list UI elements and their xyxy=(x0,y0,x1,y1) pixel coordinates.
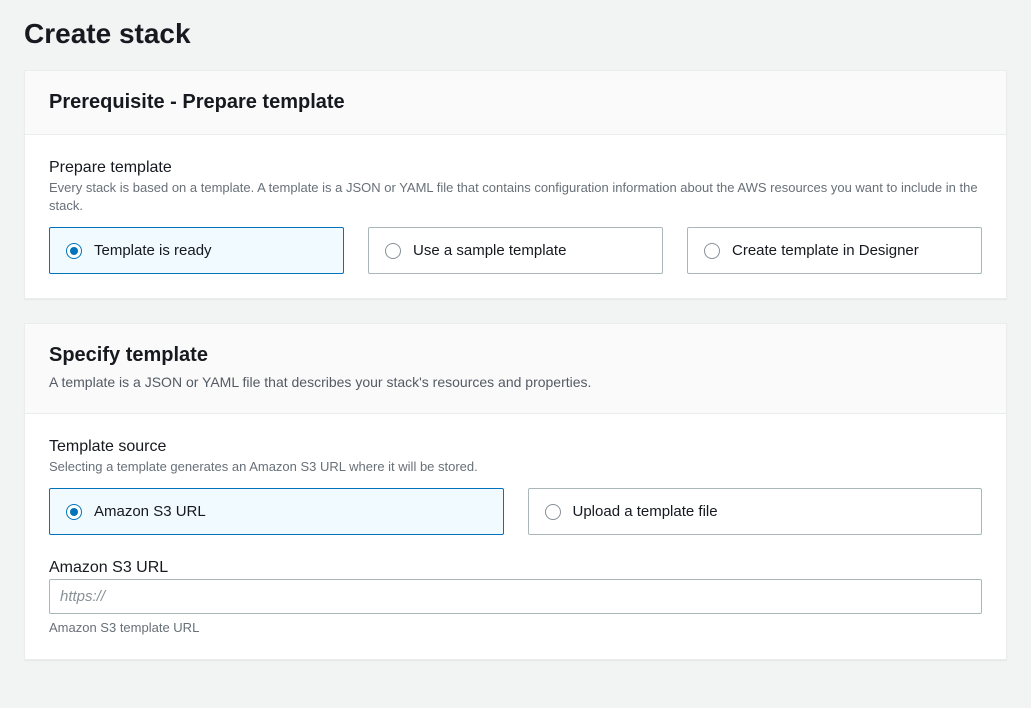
option-create-in-designer[interactable]: Create template in Designer xyxy=(687,227,982,274)
prerequisite-panel: Prerequisite - Prepare template Prepare … xyxy=(24,70,1007,299)
template-source-options: Amazon S3 URL Upload a template file xyxy=(49,488,982,535)
template-source-help: Selecting a template generates an Amazon… xyxy=(49,458,982,476)
radio-icon xyxy=(66,504,82,520)
radio-icon xyxy=(545,504,561,520)
option-label: Upload a template file xyxy=(573,503,718,520)
option-label: Create template in Designer xyxy=(732,242,919,259)
prepare-template-field: Prepare template Every stack is based on… xyxy=(49,159,982,274)
prerequisite-heading: Prerequisite - Prepare template xyxy=(49,91,982,114)
radio-icon xyxy=(704,243,720,259)
option-use-sample-template[interactable]: Use a sample template xyxy=(368,227,663,274)
prerequisite-header: Prerequisite - Prepare template xyxy=(25,71,1006,135)
option-label: Use a sample template xyxy=(413,242,566,259)
specify-template-header: Specify template A template is a JSON or… xyxy=(25,324,1006,414)
s3-url-caption: Amazon S3 template URL xyxy=(49,620,982,635)
template-source-field: Template source Selecting a template gen… xyxy=(49,438,982,535)
specify-template-panel: Specify template A template is a JSON or… xyxy=(24,323,1007,660)
radio-icon xyxy=(385,243,401,259)
page-title: Create stack xyxy=(24,0,1007,70)
prepare-template-options: Template is ready Use a sample template … xyxy=(49,227,982,274)
specify-template-subheading: A template is a JSON or YAML file that d… xyxy=(49,373,982,393)
template-source-label: Template source xyxy=(49,438,982,456)
prepare-template-label: Prepare template xyxy=(49,159,982,177)
option-template-is-ready[interactable]: Template is ready xyxy=(49,227,344,274)
option-amazon-s3-url[interactable]: Amazon S3 URL xyxy=(49,488,504,535)
prepare-template-help: Every stack is based on a template. A te… xyxy=(49,179,982,215)
option-upload-template-file[interactable]: Upload a template file xyxy=(528,488,983,535)
s3-url-input[interactable] xyxy=(49,579,982,614)
s3-url-field: Amazon S3 URL Amazon S3 template URL xyxy=(49,559,982,635)
option-label: Template is ready xyxy=(94,242,212,259)
s3-url-label: Amazon S3 URL xyxy=(49,559,982,577)
radio-icon xyxy=(66,243,82,259)
option-label: Amazon S3 URL xyxy=(94,503,206,520)
specify-template-heading: Specify template xyxy=(49,344,982,367)
